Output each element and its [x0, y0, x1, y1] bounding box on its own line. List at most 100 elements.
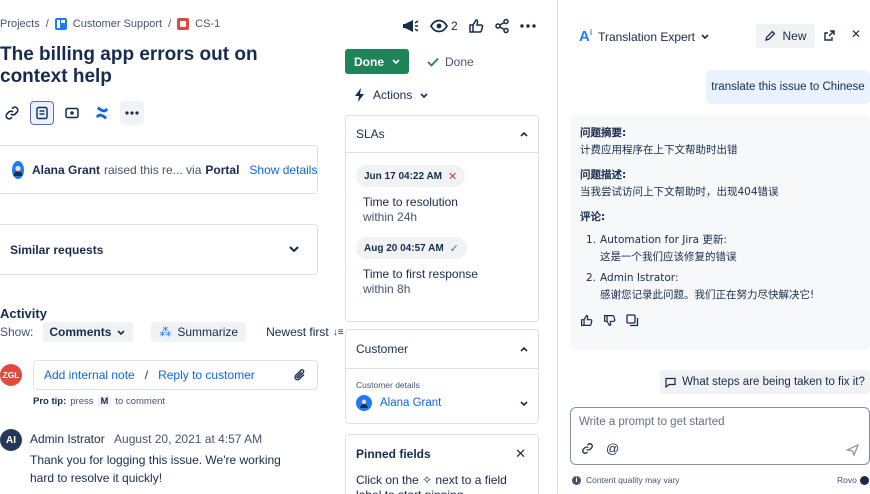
- share-icon[interactable]: [494, 18, 510, 34]
- close-icon[interactable]: ✕: [851, 27, 861, 41]
- assistant-panel: Ai Translation Expert New ✕ translate th…: [557, 0, 870, 494]
- comment-separator: /: [144, 368, 149, 382]
- ai-translate-icon: Ai: [579, 28, 593, 45]
- reporter-name[interactable]: Alana Grant: [32, 163, 100, 177]
- summary-text: 计费应用程序在上下文帮助时出错: [580, 144, 738, 156]
- link-icon[interactable]: [0, 101, 24, 125]
- sparkle-icon: ⁂: [159, 325, 172, 339]
- show-details-link[interactable]: Show details: [249, 163, 317, 177]
- similar-requests[interactable]: Similar requests: [0, 224, 318, 275]
- mention-icon[interactable]: @: [606, 442, 619, 455]
- slas-header[interactable]: SLAs: [346, 116, 538, 153]
- sla-name: Time to first response: [363, 267, 478, 281]
- customer-header[interactable]: Customer: [346, 330, 538, 368]
- confluence-icon[interactable]: [90, 101, 114, 125]
- check-icon: [427, 57, 439, 67]
- chevron-down-icon: [392, 59, 400, 64]
- comment-head: Admin Istrator:: [600, 272, 679, 284]
- chevron-down-icon: [117, 329, 125, 335]
- prompt-placeholder: Write a prompt to get started: [579, 416, 725, 428]
- send-icon[interactable]: [846, 444, 859, 456]
- sla-name: Time to resolution: [363, 195, 458, 209]
- comment-author[interactable]: Admin Istrator: [30, 432, 105, 446]
- issue-actions: 2: [402, 17, 536, 35]
- more-icon[interactable]: [519, 24, 536, 28]
- status-button[interactable]: Done: [345, 49, 409, 74]
- add-internal-note-button[interactable]: Add internal note: [44, 368, 135, 382]
- avatar: AI: [0, 429, 22, 451]
- thumbs-up-icon[interactable]: [468, 18, 484, 34]
- check-icon: ✓: [449, 242, 459, 255]
- sla-date: Aug 20 04:57 AM: [364, 242, 444, 254]
- disclaimer: i Content quality may vary: [572, 475, 680, 485]
- avatar: [356, 395, 372, 411]
- prompt-input[interactable]: Write a prompt to get started @: [570, 407, 870, 465]
- chevron-down-icon: [701, 34, 709, 39]
- new-chat-button[interactable]: New: [756, 24, 815, 48]
- similar-requests-label: Similar requests: [10, 242, 104, 257]
- breadcrumb-separator: /: [168, 18, 172, 30]
- summarize-button[interactable]: ⁂ Summarize: [151, 322, 247, 342]
- customer-picker[interactable]: Alana Grant: [356, 395, 528, 411]
- form-icon[interactable]: [30, 101, 54, 125]
- activity-controls: Show: Comments ⁂ Summarize Newest first …: [0, 322, 344, 342]
- lightning-icon: [355, 88, 364, 102]
- issue-title[interactable]: The billing app errors out on context he…: [0, 44, 320, 88]
- reply-to-customer-button[interactable]: Reply to customer: [158, 368, 255, 382]
- agent-selector[interactable]: Ai Translation Expert: [579, 28, 709, 45]
- breadcrumb-projects[interactable]: Projects: [0, 18, 40, 30]
- pinned-fields-panel: Pinned fields ✕ Click on the ✧ next to a…: [345, 434, 539, 494]
- breadcrumb-project[interactable]: Customer Support: [73, 18, 162, 30]
- customer-details-label: Customer details: [356, 380, 420, 390]
- summary-label: 问题摘要:: [580, 127, 627, 139]
- comments-filter-label: Comments: [49, 325, 112, 339]
- thumbs-down-icon[interactable]: [603, 314, 616, 327]
- status-button-label: Done: [354, 54, 384, 69]
- close-icon[interactable]: ✕: [515, 446, 526, 462]
- watch-button[interactable]: 2: [430, 19, 458, 33]
- comments-label: 评论:: [580, 211, 606, 223]
- customer-name[interactable]: Alana Grant: [380, 397, 441, 409]
- avatar: ZGL: [0, 364, 22, 386]
- pro-tip-rest: to comment: [115, 396, 166, 407]
- external-link-icon[interactable]: [823, 29, 836, 42]
- attachment-icon[interactable]: [293, 368, 307, 382]
- breadcrumb-separator: /: [45, 18, 49, 30]
- sla-date: Jun 17 04:22 AM: [364, 170, 442, 182]
- customer-heading: Customer: [356, 342, 409, 356]
- activity-heading: Activity: [0, 306, 47, 321]
- copy-icon[interactable]: [626, 314, 639, 327]
- thumbs-up-icon[interactable]: [580, 314, 593, 327]
- comment-number: 2.: [586, 272, 597, 284]
- breadcrumb: Projects / Customer Support / CS-1: [0, 18, 220, 30]
- edit-icon: [765, 30, 776, 41]
- link-icon[interactable]: [581, 442, 594, 455]
- pinned-hint: Click on the ✧ next to a field label to …: [356, 473, 507, 494]
- show-label: Show:: [0, 325, 34, 339]
- more-icon[interactable]: [120, 101, 144, 125]
- chat-icon: [665, 377, 676, 388]
- actions-label: Actions: [373, 88, 413, 102]
- description-text: 当我尝试访问上下文帮助时，出现404错误: [580, 186, 779, 198]
- summarize-label: Summarize: [177, 325, 239, 339]
- eye-icon: [430, 19, 448, 33]
- megaphone-icon[interactable]: [402, 17, 420, 35]
- user-message: translate this issue to Chinese: [706, 70, 870, 104]
- raised-by-card: Alana Grant raised this re... via Portal…: [0, 145, 318, 194]
- add-child-icon[interactable]: [60, 101, 84, 125]
- comment-text: 这是一个我们应该修复的错误: [600, 251, 737, 263]
- slas-heading: SLAs: [356, 127, 385, 141]
- actions-menu[interactable]: Actions: [354, 88, 428, 102]
- pro-tip-label: Pro tip:: [33, 396, 67, 407]
- comment-text: 感谢您记录此问题。我们正在努力尽快解决它!: [600, 289, 815, 301]
- suggested-prompt[interactable]: What steps are being taken to fix it?: [660, 370, 870, 394]
- breadcrumb-issue[interactable]: CS-1: [195, 18, 220, 30]
- prompt-tools: @: [581, 442, 619, 455]
- comments-filter[interactable]: Comments: [43, 322, 134, 342]
- comment-item: 2. Admin Istrator: 感谢您记录此问题。我们正在努力尽快解决它!: [586, 270, 860, 304]
- sort-toggle[interactable]: Newest first ↓≡: [266, 325, 344, 339]
- comment-box[interactable]: Add internal note / Reply to customer: [33, 360, 318, 390]
- pro-tip: Pro tip: press M to comment: [33, 396, 165, 407]
- comment-head: Automation for Jira 更新:: [600, 234, 727, 246]
- chevron-up-icon: [520, 131, 528, 137]
